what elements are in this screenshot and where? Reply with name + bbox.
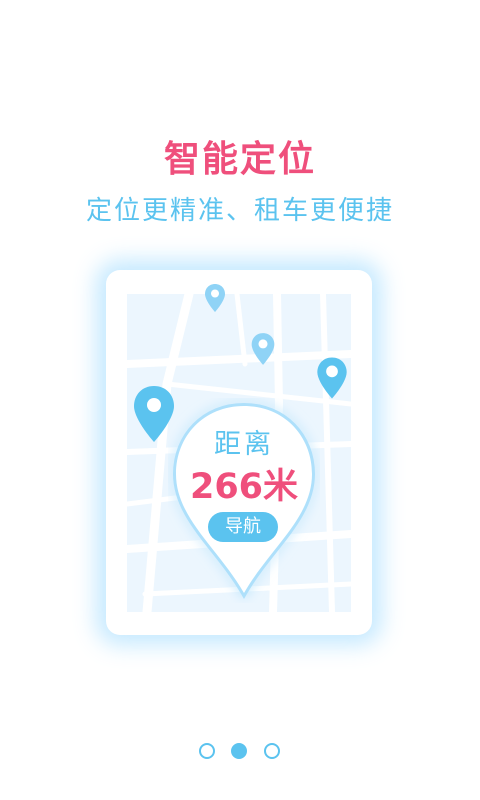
location-pin-icon	[250, 332, 276, 370]
page-subtitle: 定位更精准、租车更便捷	[85, 196, 394, 226]
page-indicator	[0, 743, 480, 761]
page-dot-3[interactable]	[264, 743, 280, 759]
page-dot-1[interactable]	[199, 743, 215, 759]
distance-value: 266米	[189, 467, 299, 507]
navigate-button[interactable]: 导航	[208, 512, 278, 542]
distance-bubble: 距离 266米 导航	[168, 398, 320, 603]
page-dot-2-active[interactable]	[231, 743, 247, 759]
page-title: 智能定位	[163, 139, 316, 180]
location-pin-icon	[315, 356, 349, 404]
distance-label: 距离	[214, 429, 274, 460]
location-pin-icon	[204, 283, 226, 317]
